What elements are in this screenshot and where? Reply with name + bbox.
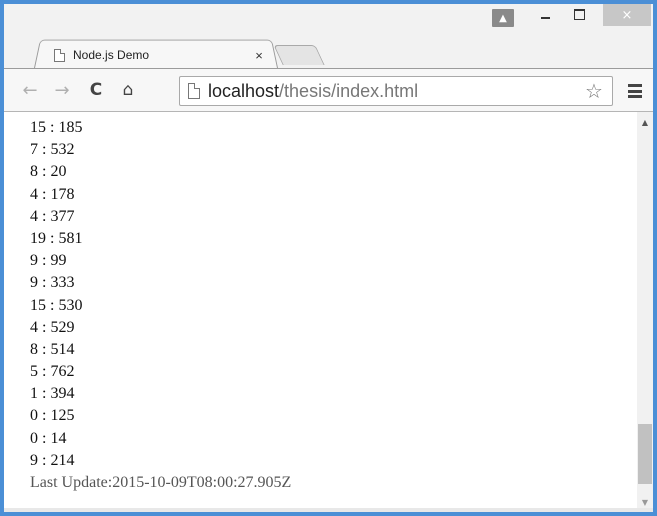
data-line: 9 : 99	[30, 252, 67, 270]
menu-icon[interactable]	[626, 82, 644, 100]
tab-title: Node.js Demo	[73, 48, 150, 62]
bookmark-star-icon[interactable]: ☆	[582, 79, 606, 103]
address-bar[interactable]: localhost /thesis/index.html ☆	[179, 76, 613, 106]
data-line: 8 : 20	[30, 163, 67, 181]
scroll-up-icon[interactable]: ▲	[637, 114, 653, 130]
data-line: 7 : 532	[30, 141, 75, 159]
page-icon	[54, 48, 65, 62]
data-line: 4 : 178	[30, 185, 75, 203]
data-line: 4 : 377	[30, 207, 75, 225]
last-update-label: Last Update:	[30, 474, 113, 491]
data-line: 1 : 394	[30, 385, 75, 403]
data-line: 9 : 333	[30, 274, 75, 292]
data-line: 19 : 581	[30, 229, 83, 247]
last-update-value: 2015-10-09T08:00:27.905Z	[112, 474, 292, 491]
page-viewport: 15 : 185 7 : 532 8 : 20 4 : 178 4 : 377 …	[4, 112, 653, 512]
window-frame: ▲ × Node.js Demo × ← → C ⌂ localhost /th…	[0, 0, 657, 516]
data-line: 5 : 762	[30, 363, 75, 381]
minimize-icon[interactable]	[532, 4, 558, 24]
page-content: 15 : 185 7 : 532 8 : 20 4 : 178 4 : 377 …	[30, 117, 291, 494]
maximize-icon[interactable]	[566, 4, 592, 24]
page-info-icon[interactable]	[188, 83, 200, 99]
last-update: Last Update:2015-10-09T08:00:27.905Z	[30, 472, 291, 494]
title-bar: ▲ ×	[4, 4, 653, 40]
tab-close-icon[interactable]: ×	[250, 48, 268, 63]
data-line: 0 : 14	[30, 429, 67, 447]
forward-arrow-icon[interactable]: →	[50, 77, 74, 103]
back-arrow-icon[interactable]: ←	[18, 77, 42, 103]
person-icon[interactable]: ▲	[492, 9, 514, 27]
tab-node-demo[interactable]: Node.js Demo ×	[42, 42, 274, 68]
home-icon[interactable]: ⌂	[116, 77, 140, 103]
browser-window: ▲ × Node.js Demo × ← → C ⌂ localhost /th…	[4, 4, 653, 512]
new-tab-button[interactable]	[273, 45, 325, 65]
vertical-scrollbar[interactable]: ▲ ▼	[637, 112, 653, 512]
close-window-button[interactable]: ×	[603, 4, 651, 26]
data-line: 0 : 125	[30, 407, 75, 425]
data-line: 9 : 214	[30, 451, 75, 469]
toolbar: ← → C ⌂ localhost /thesis/index.html ☆	[4, 68, 653, 112]
url-path: /thesis/index.html	[279, 80, 419, 101]
url-host: localhost	[208, 80, 280, 101]
data-line: 4 : 529	[30, 318, 75, 336]
data-line: 15 : 530	[30, 296, 83, 314]
data-line: 8 : 514	[30, 340, 75, 358]
window-bottom-edge	[4, 508, 653, 512]
scrollbar-thumb[interactable]	[638, 424, 652, 484]
reload-icon[interactable]: C	[84, 77, 108, 103]
data-line: 15 : 185	[30, 119, 83, 136]
